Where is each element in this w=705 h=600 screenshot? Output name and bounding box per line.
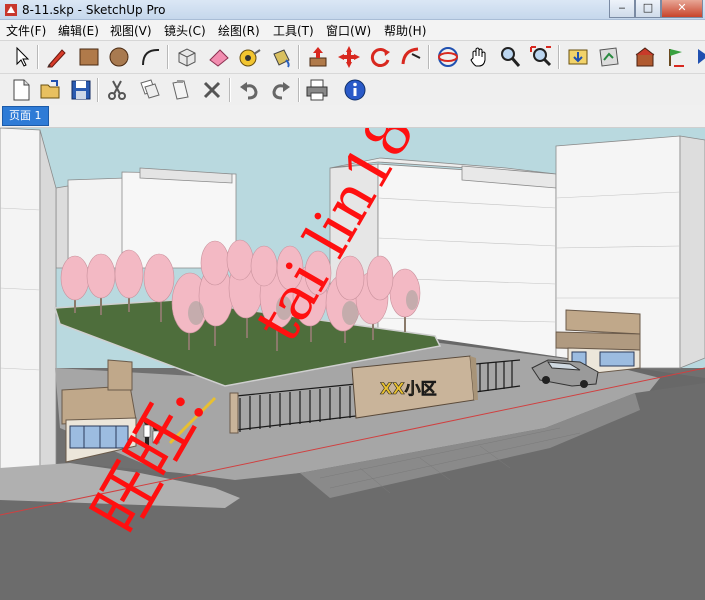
scene-tabs-bar: 页面 1 <box>0 105 705 128</box>
sketchup-app-icon <box>5 4 17 16</box>
menu-camera[interactable]: 镜头(C) <box>164 22 206 39</box>
toolbar-separator <box>37 45 39 69</box>
paste-icon[interactable] <box>168 77 194 103</box>
rotate-icon[interactable] <box>367 44 393 70</box>
select-icon[interactable] <box>8 44 34 70</box>
menu-bar: 文件(F) 编辑(E) 视图(V) 镜头(C) 绘图(R) 工具(T) 窗口(W… <box>0 20 705 41</box>
menu-help[interactable]: 帮助(H) <box>384 22 426 39</box>
menu-file[interactable]: 文件(F) <box>6 22 46 39</box>
rectangle-icon[interactable] <box>76 44 102 70</box>
minimize-button[interactable]: ‒ <box>609 0 635 18</box>
toolbar-separator <box>428 45 430 69</box>
standard-toolbar <box>0 74 705 105</box>
3d-viewport[interactable]: XX小区 tai lin188 旺旺: <box>0 128 705 600</box>
new-icon[interactable] <box>8 77 34 103</box>
location-icon[interactable] <box>662 44 688 70</box>
toolbar-separator <box>558 45 560 69</box>
toolbar-separator <box>97 78 99 102</box>
follow-me-icon[interactable] <box>398 44 424 70</box>
get-models-icon[interactable] <box>565 44 591 70</box>
make-component-icon[interactable] <box>174 44 200 70</box>
menu-window[interactable]: 窗口(W) <box>326 22 371 39</box>
gate-post <box>229 392 239 434</box>
cut-icon[interactable] <box>104 77 130 103</box>
toolbar-separator <box>167 45 169 69</box>
orbit-icon[interactable] <box>435 44 461 70</box>
paint-bucket-icon[interactable] <box>268 44 294 70</box>
main-toolbar <box>0 41 705 74</box>
3d-warehouse-icon[interactable] <box>632 44 658 70</box>
window-title: 8-11.skp - SketchUp Pro <box>22 3 166 17</box>
menu-tools[interactable]: 工具(T) <box>273 22 314 39</box>
share-model-icon[interactable] <box>596 44 622 70</box>
zoom-icon[interactable] <box>497 44 523 70</box>
open-icon[interactable] <box>38 77 64 103</box>
undo-icon[interactable] <box>236 77 262 103</box>
menu-view[interactable]: 视图(V) <box>110 22 152 39</box>
push-pull-icon[interactable] <box>305 44 331 70</box>
model-info-icon[interactable] <box>342 77 368 103</box>
zoom-extents-icon[interactable] <box>528 44 554 70</box>
scene-tab[interactable]: 页面 1 <box>2 106 49 126</box>
move-icon[interactable] <box>336 44 362 70</box>
toolbar-separator <box>298 45 300 69</box>
toolbar-separator <box>229 78 231 102</box>
redo-icon[interactable] <box>268 77 294 103</box>
print-icon[interactable] <box>304 77 330 103</box>
tape-measure-icon[interactable] <box>236 44 262 70</box>
delete-icon[interactable] <box>199 77 225 103</box>
circle-icon[interactable] <box>106 44 132 70</box>
save-icon[interactable] <box>68 77 94 103</box>
pencil-icon[interactable] <box>44 44 70 70</box>
scene-drawing: XX小区 tai lin188 旺旺: <box>0 128 705 600</box>
pan-icon[interactable] <box>466 44 492 70</box>
menu-edit[interactable]: 编辑(E) <box>58 22 99 39</box>
eraser-icon[interactable] <box>206 44 232 70</box>
title-bar: 8-11.skp - SketchUp Pro ‒ □ ✕ <box>0 0 705 20</box>
arc-icon[interactable] <box>138 44 164 70</box>
copy-icon[interactable] <box>136 77 162 103</box>
gate-sign-text: XX小区 <box>380 379 437 398</box>
toolbar-separator <box>298 78 300 102</box>
upload-icon[interactable] <box>690 44 705 70</box>
close-button[interactable]: ✕ <box>661 0 703 18</box>
maximize-button[interactable]: □ <box>635 0 661 18</box>
menu-draw[interactable]: 绘图(R) <box>218 22 260 39</box>
